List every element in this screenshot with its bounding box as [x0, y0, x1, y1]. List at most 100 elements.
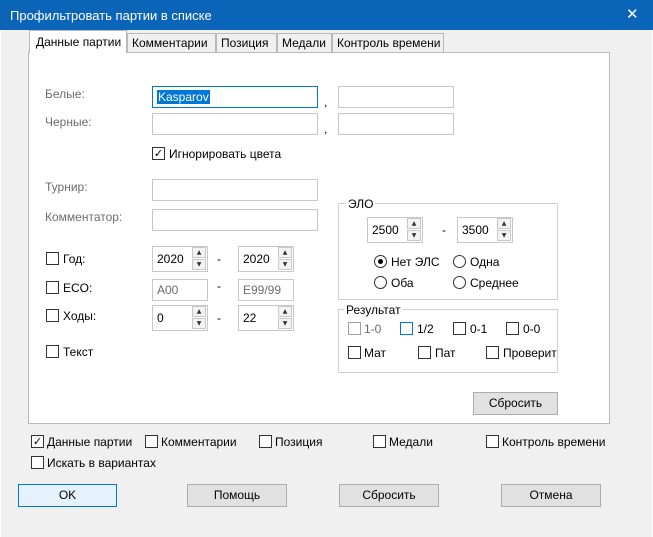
include-position-checkbox[interactable] — [259, 435, 272, 448]
elo-to-spinner[interactable]: 3500 ▲ ▼ — [457, 217, 513, 243]
moves-to-value: 22 — [243, 311, 257, 325]
include-medals-checkbox[interactable] — [373, 435, 386, 448]
white-separator: , — [324, 95, 328, 109]
cancel-button[interactable]: Отмена — [501, 484, 601, 507]
white-second-input[interactable] — [338, 86, 454, 108]
annotator-input[interactable] — [152, 209, 318, 231]
eco-to-input[interactable]: E99/99 — [238, 279, 294, 301]
result-draw-checkbox[interactable] — [400, 322, 413, 335]
result-check-checkbox[interactable] — [486, 346, 499, 359]
year-label: Год: — [63, 252, 86, 266]
spin-down-icon[interactable]: ▼ — [192, 318, 206, 329]
help-button[interactable]: Помощь — [187, 484, 287, 507]
spin-down-icon[interactable]: ▼ — [278, 259, 292, 270]
ignore-colors-checkbox[interactable]: ✓ — [152, 147, 165, 160]
eco-label: ECO: — [63, 281, 93, 295]
white-value: Kasparov — [157, 90, 210, 104]
include-time-control-checkbox[interactable] — [486, 435, 499, 448]
spin-down-icon[interactable]: ▼ — [407, 230, 421, 241]
year-from-spinner[interactable]: 2020 ▲ ▼ — [152, 246, 208, 272]
tournament-input[interactable] — [152, 179, 318, 201]
check-icon: ✓ — [32, 435, 43, 448]
year-from-value: 2020 — [157, 252, 184, 266]
title-bar: Профильтровать партии в списке ✕ — [0, 0, 653, 30]
radio-selected-dot — [378, 259, 383, 264]
white-input[interactable]: Kasparov — [152, 86, 318, 108]
spin-down-icon[interactable]: ▼ — [192, 259, 206, 270]
include-comments-label: Комментарии — [161, 435, 237, 449]
reset-button[interactable]: Сбросить — [339, 484, 439, 507]
include-medals-label: Медали — [389, 435, 433, 449]
elo-option-both-radio[interactable] — [374, 276, 387, 289]
moves-checkbox[interactable] — [46, 309, 59, 322]
white-label: Белые: — [45, 87, 85, 101]
result-black-wins-label: 0-1 — [470, 322, 488, 336]
reset-tab-button[interactable]: Сбросить — [473, 392, 558, 415]
year-to-spinner[interactable]: 2020 ▲ ▼ — [238, 246, 294, 272]
include-time-control-label: Контроль времени — [502, 435, 606, 449]
black-separator: , — [324, 122, 328, 136]
ok-button[interactable]: OK — [18, 484, 117, 507]
result-mate-label: Мат — [364, 346, 387, 360]
result-white-wins-checkbox[interactable] — [348, 322, 361, 335]
eco-range-separator: - — [217, 279, 221, 293]
elo-option-one-label: Одна — [470, 255, 500, 269]
year-range-separator: - — [217, 252, 221, 266]
search-variations-label: Искать в вариантах — [47, 456, 156, 470]
spin-up-icon[interactable]: ▲ — [407, 218, 421, 229]
annotator-label: Комментатор: — [45, 210, 123, 224]
year-checkbox[interactable] — [46, 252, 59, 265]
eco-checkbox[interactable] — [46, 281, 59, 294]
spin-up-icon[interactable]: ▲ — [497, 218, 511, 229]
tab-medals[interactable]: Медали — [277, 33, 332, 52]
tab-game-data[interactable]: Данные партии — [29, 30, 127, 53]
elo-group-label: ЭЛО — [346, 197, 376, 211]
include-position-label: Позиция — [275, 435, 323, 449]
spin-up-icon[interactable]: ▲ — [192, 306, 206, 317]
eco-from-input[interactable]: A00 — [152, 279, 208, 301]
black-second-input[interactable] — [338, 113, 454, 135]
result-group-label: Результат — [344, 303, 403, 317]
elo-option-no-rating-label: Нет ЭЛС — [391, 255, 440, 269]
elo-to-value: 3500 — [462, 223, 489, 237]
elo-from-spinner[interactable]: 2500 ▲ ▼ — [367, 217, 423, 243]
moves-label: Ходы: — [63, 309, 97, 323]
black-label: Черные: — [45, 115, 92, 129]
black-input[interactable] — [152, 113, 318, 135]
close-icon[interactable]: ✕ — [626, 5, 639, 23]
result-black-wins-checkbox[interactable] — [453, 322, 466, 335]
include-game-data-checkbox[interactable]: ✓ — [31, 435, 44, 448]
elo-option-average-label: Среднее — [470, 276, 519, 290]
elo-option-one-radio[interactable] — [453, 255, 466, 268]
result-unfinished-label: 0-0 — [523, 322, 541, 336]
elo-range-separator: - — [442, 223, 446, 237]
result-stalemate-label: Пат — [435, 346, 456, 360]
spin-down-icon[interactable]: ▼ — [497, 230, 511, 241]
include-game-data-label: Данные партии — [47, 435, 133, 449]
spin-down-icon[interactable]: ▼ — [278, 318, 292, 329]
tab-time-control[interactable]: Контроль времени — [332, 33, 444, 52]
text-checkbox[interactable] — [46, 345, 59, 358]
spin-up-icon[interactable]: ▲ — [278, 247, 292, 258]
eco-from-value: A00 — [157, 283, 179, 297]
spin-up-icon[interactable]: ▲ — [278, 306, 292, 317]
year-to-value: 2020 — [243, 252, 270, 266]
tab-position[interactable]: Позиция — [216, 33, 277, 52]
result-mate-checkbox[interactable] — [348, 346, 361, 359]
include-comments-checkbox[interactable] — [145, 435, 158, 448]
result-stalemate-checkbox[interactable] — [418, 346, 431, 359]
ignore-colors-label: Игнорировать цвета — [169, 147, 282, 161]
result-unfinished-checkbox[interactable] — [506, 322, 519, 335]
moves-from-spinner[interactable]: 0 ▲ ▼ — [152, 305, 208, 331]
spin-up-icon[interactable]: ▲ — [192, 247, 206, 258]
elo-option-average-radio[interactable] — [453, 276, 466, 289]
text-label: Текст — [63, 345, 94, 359]
tab-comments[interactable]: Комментарии — [127, 33, 216, 52]
tab-panel: Белые: Kasparov , Черные: , ✓ Игнорирова… — [28, 52, 610, 424]
moves-to-spinner[interactable]: 22 ▲ ▼ — [238, 305, 294, 331]
search-variations-checkbox[interactable] — [31, 456, 44, 469]
result-check-label: Проверит — [503, 346, 557, 360]
dialog-body: Данные партии Комментарии Позиция Медали… — [1, 30, 652, 537]
elo-option-no-rating-radio[interactable] — [374, 255, 387, 268]
window-title: Профильтровать партии в списке — [10, 8, 212, 23]
